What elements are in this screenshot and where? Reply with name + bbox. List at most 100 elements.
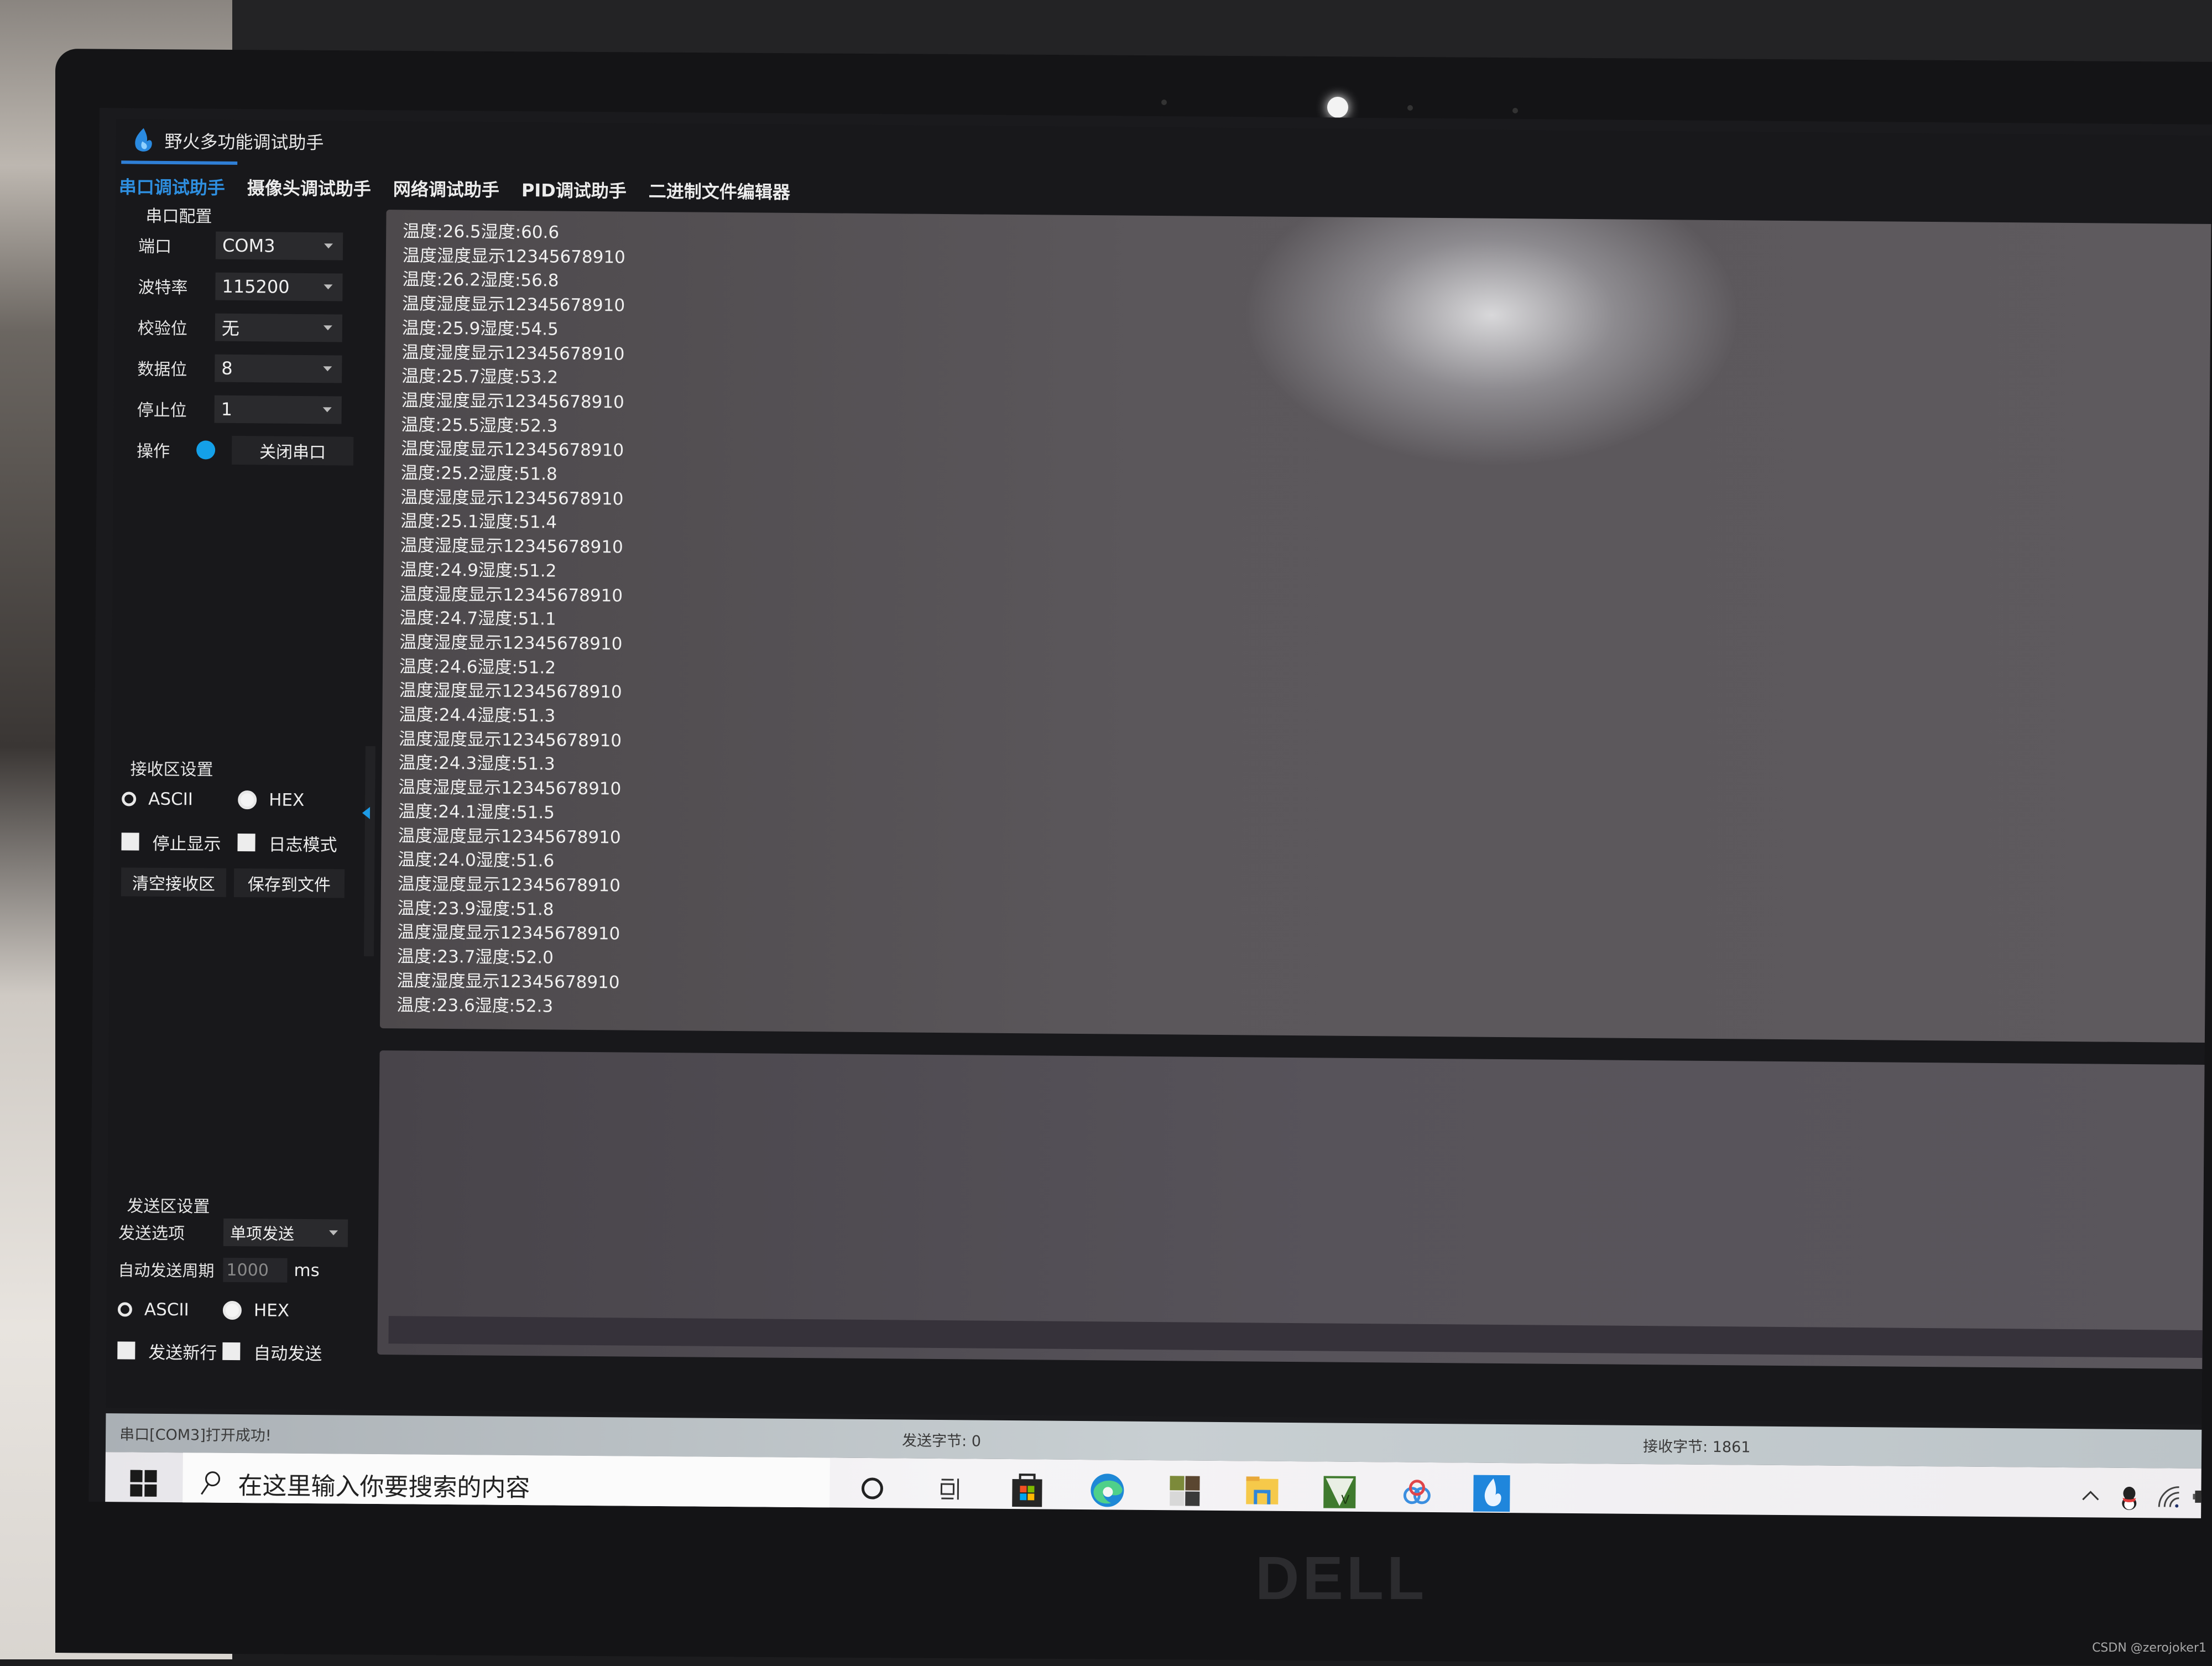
radio-checked-icon: [223, 1301, 242, 1320]
receive-ascii-radio[interactable]: ASCII: [122, 789, 238, 810]
close-port-button[interactable]: 关闭串口: [232, 436, 353, 466]
sensor-dot: [1407, 105, 1413, 111]
receive-line: 温度湿度显示12345678910: [398, 872, 620, 898]
tab-pid-assistant[interactable]: PID调试助手: [518, 176, 630, 206]
receive-line: 温度湿度显示12345678910: [397, 969, 619, 995]
send-hex-label: HEX: [254, 1300, 289, 1321]
tab-network-assistant[interactable]: 网络调试助手: [390, 175, 503, 205]
receive-options-row: 停止显示 日志模式: [121, 820, 354, 864]
settings-panel: 串口配置 端口 COM3 波特率 115200 校验位: [106, 202, 370, 1404]
baud-row: 波特率 115200: [126, 265, 358, 308]
receive-line: 温度:26.5湿度:60.6: [403, 220, 625, 246]
checkbox-icon: [237, 834, 255, 851]
receive-line: 温度:24.1湿度:51.5: [398, 800, 621, 826]
send-option-row: 发送选项 单项发送: [118, 1214, 351, 1250]
log-mode-checkbox[interactable]: 日志模式: [237, 830, 337, 856]
send-newline-label: 发送新行: [148, 1338, 217, 1363]
cortana-icon[interactable]: [852, 1468, 893, 1509]
photo-app-icon[interactable]: [1164, 1470, 1206, 1512]
collapse-panel-arrow-icon[interactable]: [362, 807, 370, 819]
send-options-row: 发送新行 自动发送: [117, 1329, 350, 1373]
send-hex-radio[interactable]: HEX: [223, 1300, 289, 1321]
receive-ascii-label: ASCII: [148, 789, 193, 810]
parity-select[interactable]: 无: [215, 314, 342, 342]
windows-start-icon[interactable]: [130, 1470, 156, 1497]
receive-lines: 温度:26.5湿度:60.6温度湿度显示12345678910温度:26.2湿度…: [397, 220, 625, 1019]
receive-line: 温度:23.7湿度:52.0: [397, 945, 620, 971]
receive-hex-radio[interactable]: HEX: [238, 790, 304, 810]
port-value: COM3: [222, 235, 275, 257]
stop-display-checkbox[interactable]: 停止显示: [121, 829, 237, 855]
panel-splitter[interactable]: [364, 746, 375, 956]
receive-line: 温度湿度显示12345678910: [401, 341, 624, 367]
send-option-select[interactable]: 单项发送: [223, 1219, 348, 1247]
receive-line: 温度湿度显示12345678910: [401, 438, 624, 464]
send-settings-title: 发送区设置: [127, 1192, 351, 1216]
data-bits-select[interactable]: 8: [215, 355, 342, 383]
receive-line: 温度:25.2湿度:51.8: [401, 461, 624, 487]
tab-serial-assistant[interactable]: 串口调试助手: [116, 173, 228, 203]
show-hidden-icons-chevron[interactable]: [2079, 1484, 2101, 1506]
dell-logo: DELL: [1255, 1543, 1427, 1613]
file-explorer-icon[interactable]: [1241, 1471, 1283, 1512]
serial-config-group: 串口配置 端口 COM3 波特率 115200 校验位: [124, 202, 359, 471]
webcam-light: [1327, 97, 1348, 118]
receive-line: 温度湿度显示12345678910: [401, 389, 624, 415]
data-bits-row: 数据位 8: [125, 347, 358, 389]
sensor-dot: [1161, 100, 1167, 105]
receive-line: 温度湿度显示12345678910: [398, 824, 621, 850]
stop-bits-select[interactable]: 1: [215, 395, 342, 424]
send-input-field[interactable]: [388, 1316, 2211, 1358]
operation-row: 操作 关闭串口: [124, 429, 357, 471]
watermark: CSDN @zerojoker1: [2092, 1641, 2206, 1655]
baidu-netdisk-icon[interactable]: [1396, 1472, 1438, 1513]
receive-settings-title: 接收区设置: [130, 755, 354, 779]
serial-config-title: 串口配置: [145, 202, 358, 226]
receive-line: 温度:24.9湿度:51.2: [400, 558, 623, 584]
edge-icon[interactable]: [1087, 1470, 1128, 1511]
stop-bits-label: 停止位: [137, 397, 215, 421]
tab-binary-editor[interactable]: 二进制文件编辑器: [645, 178, 794, 207]
qq-icon[interactable]: [2118, 1485, 2140, 1511]
checkbox-icon: [222, 1342, 240, 1360]
tab-camera-assistant[interactable]: 摄像头调试助手: [244, 174, 374, 204]
checkbox-icon: [121, 832, 139, 850]
receive-line: 温度:25.9湿度:54.5: [402, 316, 625, 342]
send-newline-checkbox[interactable]: 发送新行: [117, 1338, 222, 1363]
task-view-icon[interactable]: [929, 1469, 971, 1510]
auto-send-checkbox[interactable]: 自动发送: [222, 1339, 322, 1364]
send-option-label: 发送选项: [118, 1219, 223, 1244]
receive-textarea[interactable]: 温度:26.5湿度:60.6温度湿度显示12345678910温度:26.2湿度…: [380, 210, 2212, 1043]
radio-checked-icon: [238, 790, 257, 809]
send-textarea[interactable]: [377, 1050, 2212, 1370]
tab-bar: 串口调试助手 摄像头调试助手 网络调试助手 PID调试助手 二进制文件编辑器: [116, 163, 810, 207]
send-ascii-radio[interactable]: ASCII: [118, 1299, 223, 1320]
receive-line: 温度:24.6湿度:51.2: [399, 655, 622, 681]
receive-line: 温度:24.7湿度:51.1: [400, 607, 623, 633]
stop-bits-row: 停止位 1: [124, 388, 357, 430]
vs-app-icon[interactable]: V: [1319, 1471, 1360, 1513]
port-label: 端口: [138, 233, 216, 258]
receive-line: 温度:25.1湿度:51.4: [400, 510, 623, 536]
receive-line: 温度湿度显示12345678910: [397, 921, 620, 947]
screen-glare: [1241, 210, 1741, 469]
receive-line: 温度湿度显示12345678910: [399, 727, 622, 753]
radio-unchecked-icon: [122, 792, 136, 806]
save-to-file-button[interactable]: 保存到文件: [234, 868, 345, 898]
receive-line: 温度:23.9湿度:51.8: [397, 897, 620, 923]
baud-value: 115200: [222, 276, 289, 298]
sent-bytes-counter: 发送字节: 0: [902, 1428, 981, 1450]
wifi-icon[interactable]: [2157, 1485, 2181, 1509]
baud-select[interactable]: 115200: [215, 273, 342, 301]
clear-receive-button[interactable]: 清空接收区: [121, 867, 226, 897]
auto-period-input[interactable]: 1000: [223, 1258, 287, 1283]
sensor-dot: [1512, 108, 1518, 113]
receive-line: 温度湿度显示12345678910: [400, 534, 623, 560]
port-select[interactable]: COM3: [216, 232, 343, 261]
data-bits-label: 数据位: [137, 356, 215, 381]
microsoft-store-icon[interactable]: [1006, 1469, 1048, 1511]
receive-line: 温度湿度显示12345678910: [400, 486, 623, 512]
receive-line: 温度湿度显示12345678910: [398, 775, 621, 801]
log-mode-label: 日志模式: [268, 830, 337, 856]
firetool-app-icon[interactable]: [1471, 1473, 1512, 1514]
